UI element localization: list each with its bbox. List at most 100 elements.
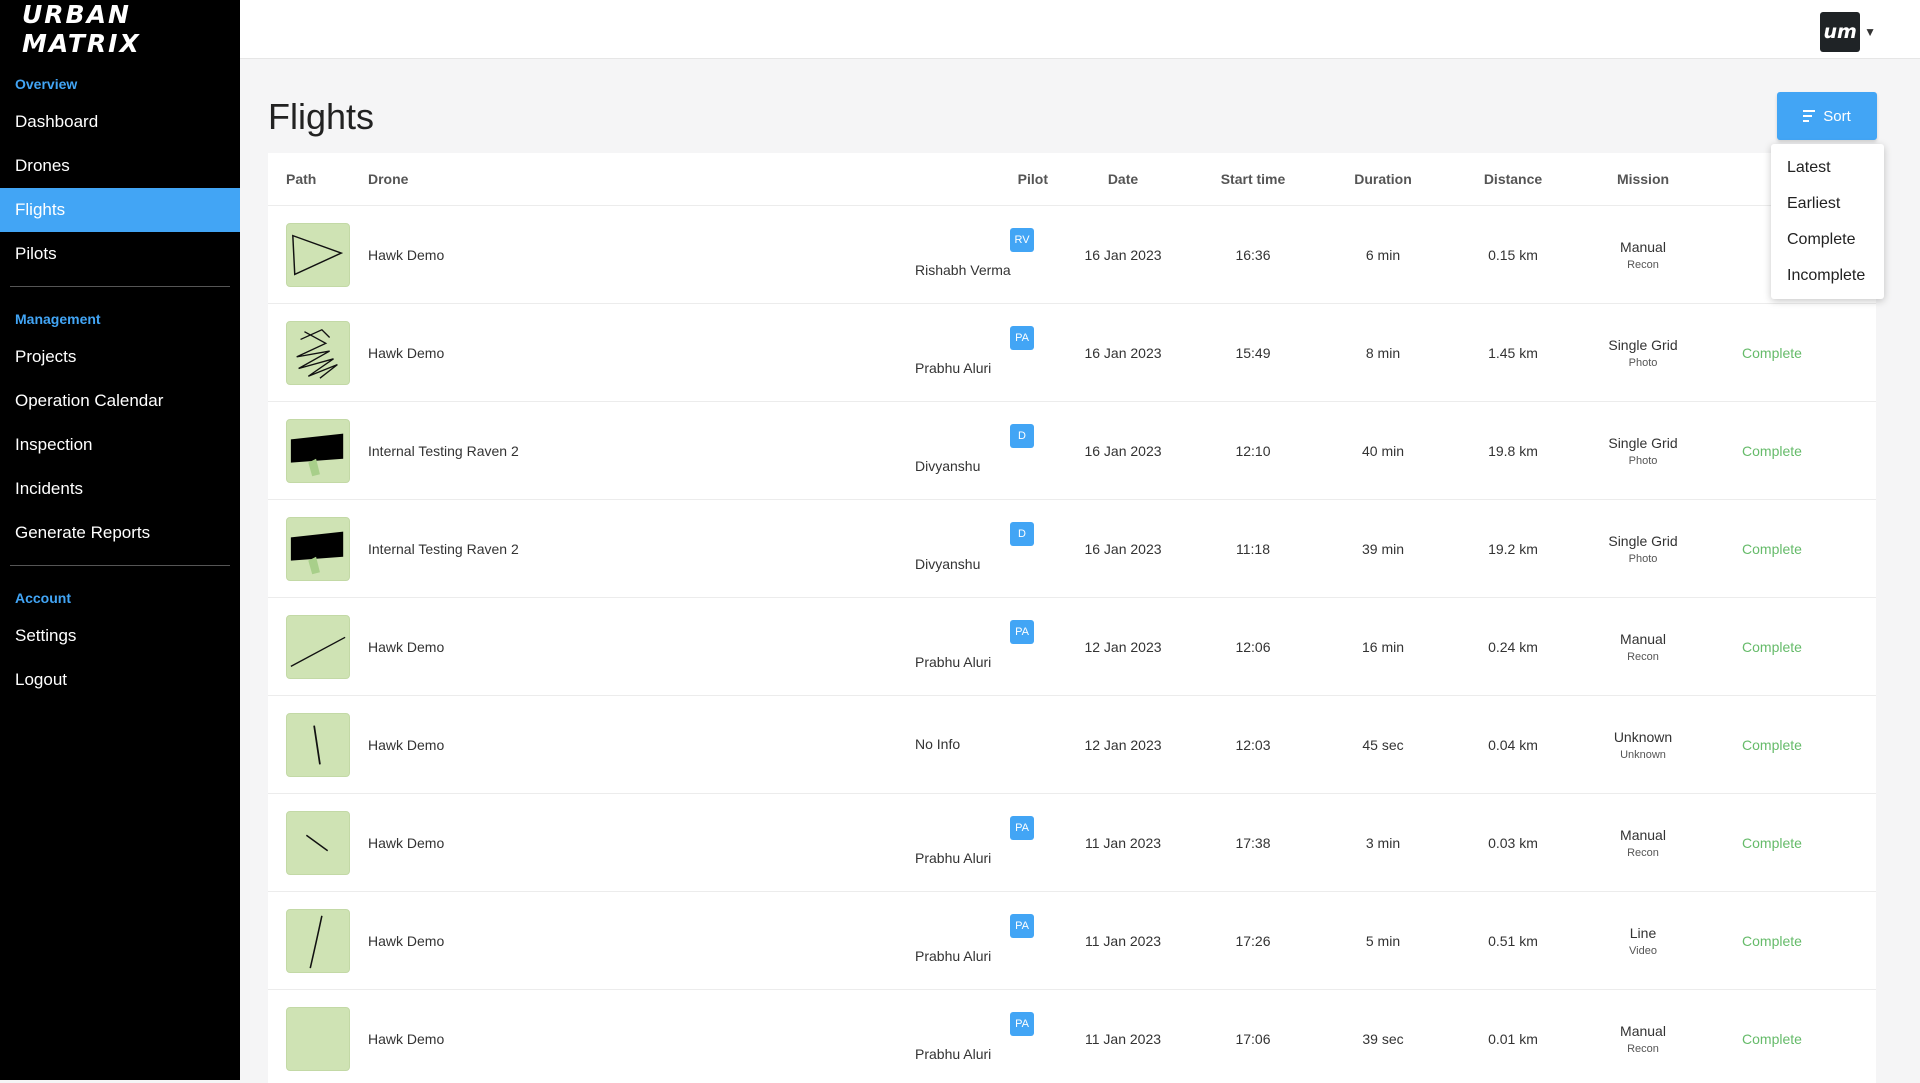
- table-row[interactable]: Internal Testing Raven 2 D Divyanshu 16 Jan…: [268, 500, 1876, 598]
- flight-path-map-icon: [309, 915, 323, 968]
- flight-path-thumbnail[interactable]: [286, 320, 350, 385]
- flights-table: Path Drone Pilot Date Start time Duratio…: [268, 153, 1876, 1083]
- table-row[interactable]: Hawk Demo PA Prabhu Aluri 16 Jan 2023 15:49 8…: [268, 304, 1876, 402]
- pilot-initials-badge: D: [1010, 424, 1034, 448]
- pilot-cell: PA Prabhu Aluri: [798, 598, 1048, 695]
- status-badge: Complete: [1742, 834, 1802, 851]
- path-cell: [268, 222, 368, 287]
- mission-subtype: Video: [1629, 944, 1657, 957]
- path-cell: [268, 1006, 368, 1071]
- mission-subtype: Photo: [1628, 454, 1658, 467]
- sidebar-item-inspection[interactable]: Inspection: [0, 423, 240, 467]
- flight-path-thumbnail[interactable]: [286, 516, 350, 581]
- sidebar-item-settings[interactable]: Settings: [0, 614, 240, 658]
- flight-duration: 40 min: [1361, 442, 1405, 459]
- status-badge: Complete: [1742, 932, 1802, 949]
- flight-start-time: 12:10: [1235, 442, 1271, 459]
- sort-button[interactable]: Sort: [1777, 92, 1877, 140]
- sidebar-item-flights[interactable]: Flights: [0, 188, 240, 232]
- path-cell: [268, 712, 368, 777]
- flight-start-time: 15:49: [1235, 344, 1271, 361]
- brand-logo[interactable]: URBAN MATRIX: [0, 0, 240, 58]
- mission-cell: Single Grid Photo: [1568, 435, 1718, 467]
- drone-name: Hawk Demo: [368, 932, 445, 949]
- sort-option-incomplete[interactable]: Incomplete: [1771, 258, 1884, 294]
- chevron-down-icon[interactable]: ▼: [1864, 25, 1876, 39]
- column-header-distance[interactable]: Distance: [1458, 171, 1568, 187]
- pilot-name: Prabhu Aluri: [915, 654, 992, 670]
- table-row[interactable]: Hawk Demo No Info 12 Jan 2023 12:03 45 sec 0.…: [268, 696, 1876, 794]
- section-title-account: Account: [15, 590, 71, 606]
- flight-path-thumbnail[interactable]: [286, 712, 350, 777]
- mission-subtype: Recon: [1627, 650, 1659, 663]
- pilot-name: Rishabh Verma: [915, 262, 1011, 278]
- flight-date: 11 Jan 2023: [1084, 1030, 1162, 1047]
- table-row[interactable]: Hawk Demo PA Prabhu Aluri 11 Jan 2023 17:38 3…: [268, 794, 1876, 892]
- sidebar-item-dashboard[interactable]: Dashboard: [0, 100, 240, 144]
- path-cell: [268, 320, 368, 385]
- mission-type: Manual: [1620, 826, 1666, 843]
- column-header-path[interactable]: Path: [268, 171, 368, 187]
- flight-path-map-icon: [292, 234, 344, 275]
- sidebar-item-logout[interactable]: Logout: [0, 658, 240, 702]
- flight-path-thumbnail[interactable]: [286, 908, 350, 973]
- column-header-drone[interactable]: Drone: [368, 171, 798, 187]
- sort-option-latest[interactable]: Latest: [1771, 150, 1884, 186]
- flight-start-time: 12:06: [1235, 638, 1271, 655]
- flight-path-thumbnail[interactable]: [286, 222, 350, 287]
- table-row[interactable]: Hawk Demo RV Rishabh Verma 16 Jan 2023 16:36…: [268, 206, 1876, 304]
- column-header-date[interactable]: Date: [1048, 171, 1198, 187]
- sidebar-item-incidents[interactable]: Incidents: [0, 467, 240, 511]
- sidebar-item-projects[interactable]: Projects: [0, 335, 240, 379]
- pilot-cell: RV Rishabh Verma: [798, 206, 1048, 303]
- pilot-initials-badge: RV: [1010, 228, 1034, 252]
- mission-type: Unknown: [1613, 728, 1673, 745]
- flight-duration: 16 min: [1361, 638, 1405, 655]
- sidebar-item-drones[interactable]: Drones: [0, 144, 240, 188]
- table-row[interactable]: Internal Testing Raven 2 D Divyanshu 16 Jan…: [268, 402, 1876, 500]
- drone-name: Internal Testing Raven 2: [368, 540, 519, 557]
- flight-path-thumbnail[interactable]: [286, 810, 350, 875]
- table-row[interactable]: Hawk Demo PA Prabhu Aluri 11 Jan 2023 17:26 5…: [268, 892, 1876, 990]
- mission-type: Single Grid: [1608, 434, 1678, 451]
- mission-subtype: Photo: [1628, 552, 1658, 565]
- table-row[interactable]: Hawk Demo PA Prabhu Aluri 12 Jan 2023 12:06 1…: [268, 598, 1876, 696]
- column-header-pilot[interactable]: Pilot: [798, 171, 1048, 187]
- avatar[interactable]: um: [1820, 12, 1861, 52]
- sidebar-item-operation-calendar[interactable]: Operation Calendar: [0, 379, 240, 423]
- flight-path-map-icon: [287, 1008, 349, 1070]
- column-header-mission[interactable]: Mission: [1568, 171, 1718, 187]
- drone-name: Hawk Demo: [368, 834, 445, 851]
- table-row[interactable]: Hawk Demo PA Prabhu Aluri 11 Jan 2023 17:06 3…: [268, 990, 1876, 1083]
- sidebar-item-generate-reports[interactable]: Generate Reports: [0, 511, 240, 555]
- column-header-start-time[interactable]: Start time: [1198, 171, 1308, 187]
- mission-cell: Single Grid Photo: [1568, 533, 1718, 565]
- path-cell: [268, 418, 368, 483]
- mission-subtype: Recon: [1627, 846, 1659, 859]
- flight-path-map-icon: [313, 724, 321, 765]
- status-badge: Complete: [1742, 540, 1802, 557]
- flight-distance: 0.15 km: [1488, 246, 1538, 263]
- pilot-name: Divyanshu: [915, 458, 981, 474]
- flight-distance: 0.04 km: [1488, 736, 1538, 753]
- sort-option-earliest[interactable]: Earliest: [1771, 186, 1884, 222]
- flight-path-map-icon: [290, 636, 346, 667]
- top-bar: um ▼: [240, 0, 1920, 59]
- flight-date: 11 Jan 2023: [1084, 834, 1162, 851]
- pilot-cell: No Info: [798, 696, 1048, 793]
- sidebar-item-pilots[interactable]: Pilots: [0, 232, 240, 276]
- table-body: Hawk Demo RV Rishabh Verma 16 Jan 2023 16:36…: [268, 206, 1876, 1083]
- pilot-name: Prabhu Aluri: [915, 948, 992, 964]
- flight-path-thumbnail[interactable]: [286, 418, 350, 483]
- flight-path-thumbnail[interactable]: [286, 1006, 350, 1071]
- section-title-overview: Overview: [15, 76, 78, 92]
- sort-option-complete[interactable]: Complete: [1771, 222, 1884, 258]
- path-cell: [268, 810, 368, 875]
- account-menu[interactable]: um ▼: [1820, 12, 1876, 52]
- drone-name: Internal Testing Raven 2: [368, 442, 519, 459]
- column-header-duration[interactable]: Duration: [1308, 171, 1458, 187]
- mission-cell: Single Grid Photo: [1568, 337, 1718, 369]
- mission-cell: Manual Recon: [1568, 239, 1718, 271]
- flight-path-map-icon: [290, 531, 344, 574]
- flight-path-thumbnail[interactable]: [286, 614, 350, 679]
